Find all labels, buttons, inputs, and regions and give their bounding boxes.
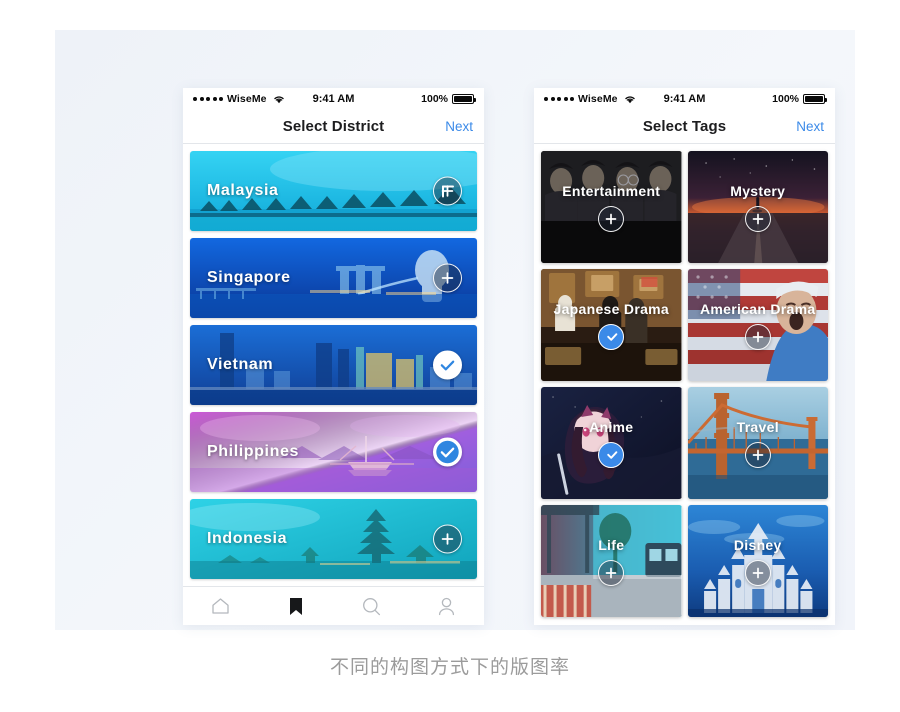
tag-content: Disney	[688, 505, 829, 617]
tag-content: Mystery	[688, 151, 829, 263]
district-name: Singapore	[207, 269, 291, 286]
plus-icon[interactable]	[433, 176, 462, 206]
check-icon[interactable]	[433, 350, 462, 380]
tab-bookmark[interactable]	[258, 597, 333, 616]
check-icon[interactable]	[433, 437, 462, 467]
tag-cell[interactable]: Life	[541, 505, 682, 617]
tab-home[interactable]	[183, 597, 258, 615]
status-bar-left: WiseMe 9:41 AM 100%	[183, 88, 484, 110]
carrier-label: WiseMe	[227, 93, 267, 105]
page-title: Select Tags	[642, 118, 727, 135]
tag-name: Entertainment	[562, 182, 661, 199]
next-button[interactable]: Next	[445, 119, 473, 134]
wifi-icon	[273, 94, 285, 104]
phone-select-tags: WiseMe 9:41 AM 100% Select Tags Next Ent…	[534, 88, 835, 625]
tag-name: Anime	[589, 418, 634, 435]
battery-full-icon	[803, 94, 827, 104]
navbar-district: Select District Next	[183, 110, 484, 144]
tag-cell[interactable]: Japanese Drama	[541, 269, 682, 381]
plus-icon[interactable]	[744, 323, 771, 350]
plus-icon[interactable]	[744, 559, 771, 586]
battery-full-icon	[452, 94, 476, 104]
tag-content: American Drama	[688, 269, 829, 381]
district-name: Malaysia	[207, 182, 279, 199]
battery-percent-label: 100%	[772, 93, 799, 105]
next-button[interactable]: Next	[796, 119, 824, 134]
tag-cell[interactable]: Travel	[687, 387, 829, 499]
tag-grid: Entertainment Mystery Japanese Drama Ame…	[534, 144, 835, 624]
tag-name: Mystery	[730, 182, 786, 199]
plus-icon[interactable]	[433, 263, 462, 293]
tag-cell[interactable]: Mystery	[687, 151, 829, 263]
district-name: Philippines	[207, 443, 299, 460]
tab-bar	[183, 586, 484, 625]
tag-name: Disney	[733, 536, 782, 553]
signal-dots-icon	[544, 97, 574, 101]
status-bar-right: WiseMe 9:41 AM 100%	[534, 88, 835, 110]
plus-icon[interactable]	[744, 441, 771, 468]
navbar-tags: Select Tags Next	[534, 110, 835, 144]
plus-icon[interactable]	[744, 205, 771, 232]
district-card[interactable]: Vietnam	[190, 325, 477, 405]
home-icon	[211, 597, 230, 615]
tag-content: Entertainment	[541, 151, 682, 263]
status-right-group: 100%	[421, 93, 476, 105]
status-left-group: WiseMe	[193, 93, 285, 105]
bookmark-icon	[289, 597, 303, 616]
check-icon[interactable]	[598, 323, 625, 350]
carrier-label: WiseMe	[578, 93, 618, 105]
district-card[interactable]: Singapore	[190, 238, 477, 318]
tag-name: Life	[598, 536, 625, 553]
tab-profile[interactable]	[409, 597, 484, 616]
phone-select-district: WiseMe 9:41 AM 100% Select District Next	[183, 88, 484, 625]
showcase-panel: WiseMe 9:41 AM 100% Select District Next	[55, 30, 855, 630]
plus-icon[interactable]	[598, 559, 625, 586]
tag-name: Japanese Drama	[553, 300, 669, 317]
page-title: Select District	[282, 118, 385, 135]
tag-content: Life	[541, 505, 682, 617]
district-name: Indonesia	[207, 530, 288, 547]
tag-content: Travel	[688, 387, 829, 499]
plus-icon[interactable]	[433, 524, 462, 554]
district-card[interactable]: Malaysia	[190, 151, 477, 231]
search-icon	[362, 597, 381, 616]
person-icon	[438, 597, 455, 616]
district-card[interactable]: Philippines	[190, 412, 477, 492]
signal-dots-icon	[193, 97, 223, 101]
battery-percent-label: 100%	[421, 93, 448, 105]
district-card[interactable]: Indonesia	[190, 499, 477, 579]
tag-content: Anime	[541, 387, 682, 499]
tab-search[interactable]	[334, 597, 409, 616]
tag-cell[interactable]: Anime	[541, 387, 682, 499]
check-icon[interactable]	[598, 441, 625, 468]
wifi-icon	[624, 94, 636, 104]
tag-name: Travel	[736, 418, 779, 435]
district-list: Malaysia Singapore Vietnam Philippines I…	[183, 144, 484, 579]
district-name: Vietnam	[207, 356, 274, 373]
tag-name: American Drama	[700, 300, 816, 317]
tag-cell[interactable]: American Drama	[687, 269, 829, 381]
figure-caption: 不同的构图方式下的版图率	[329, 656, 570, 678]
plus-icon[interactable]	[598, 205, 625, 232]
status-right-group: 100%	[772, 93, 827, 105]
status-left-group: WiseMe	[544, 93, 636, 105]
tag-cell[interactable]: Entertainment	[541, 151, 682, 263]
tag-cell[interactable]: Disney	[687, 505, 829, 617]
tag-content: Japanese Drama	[541, 269, 682, 381]
